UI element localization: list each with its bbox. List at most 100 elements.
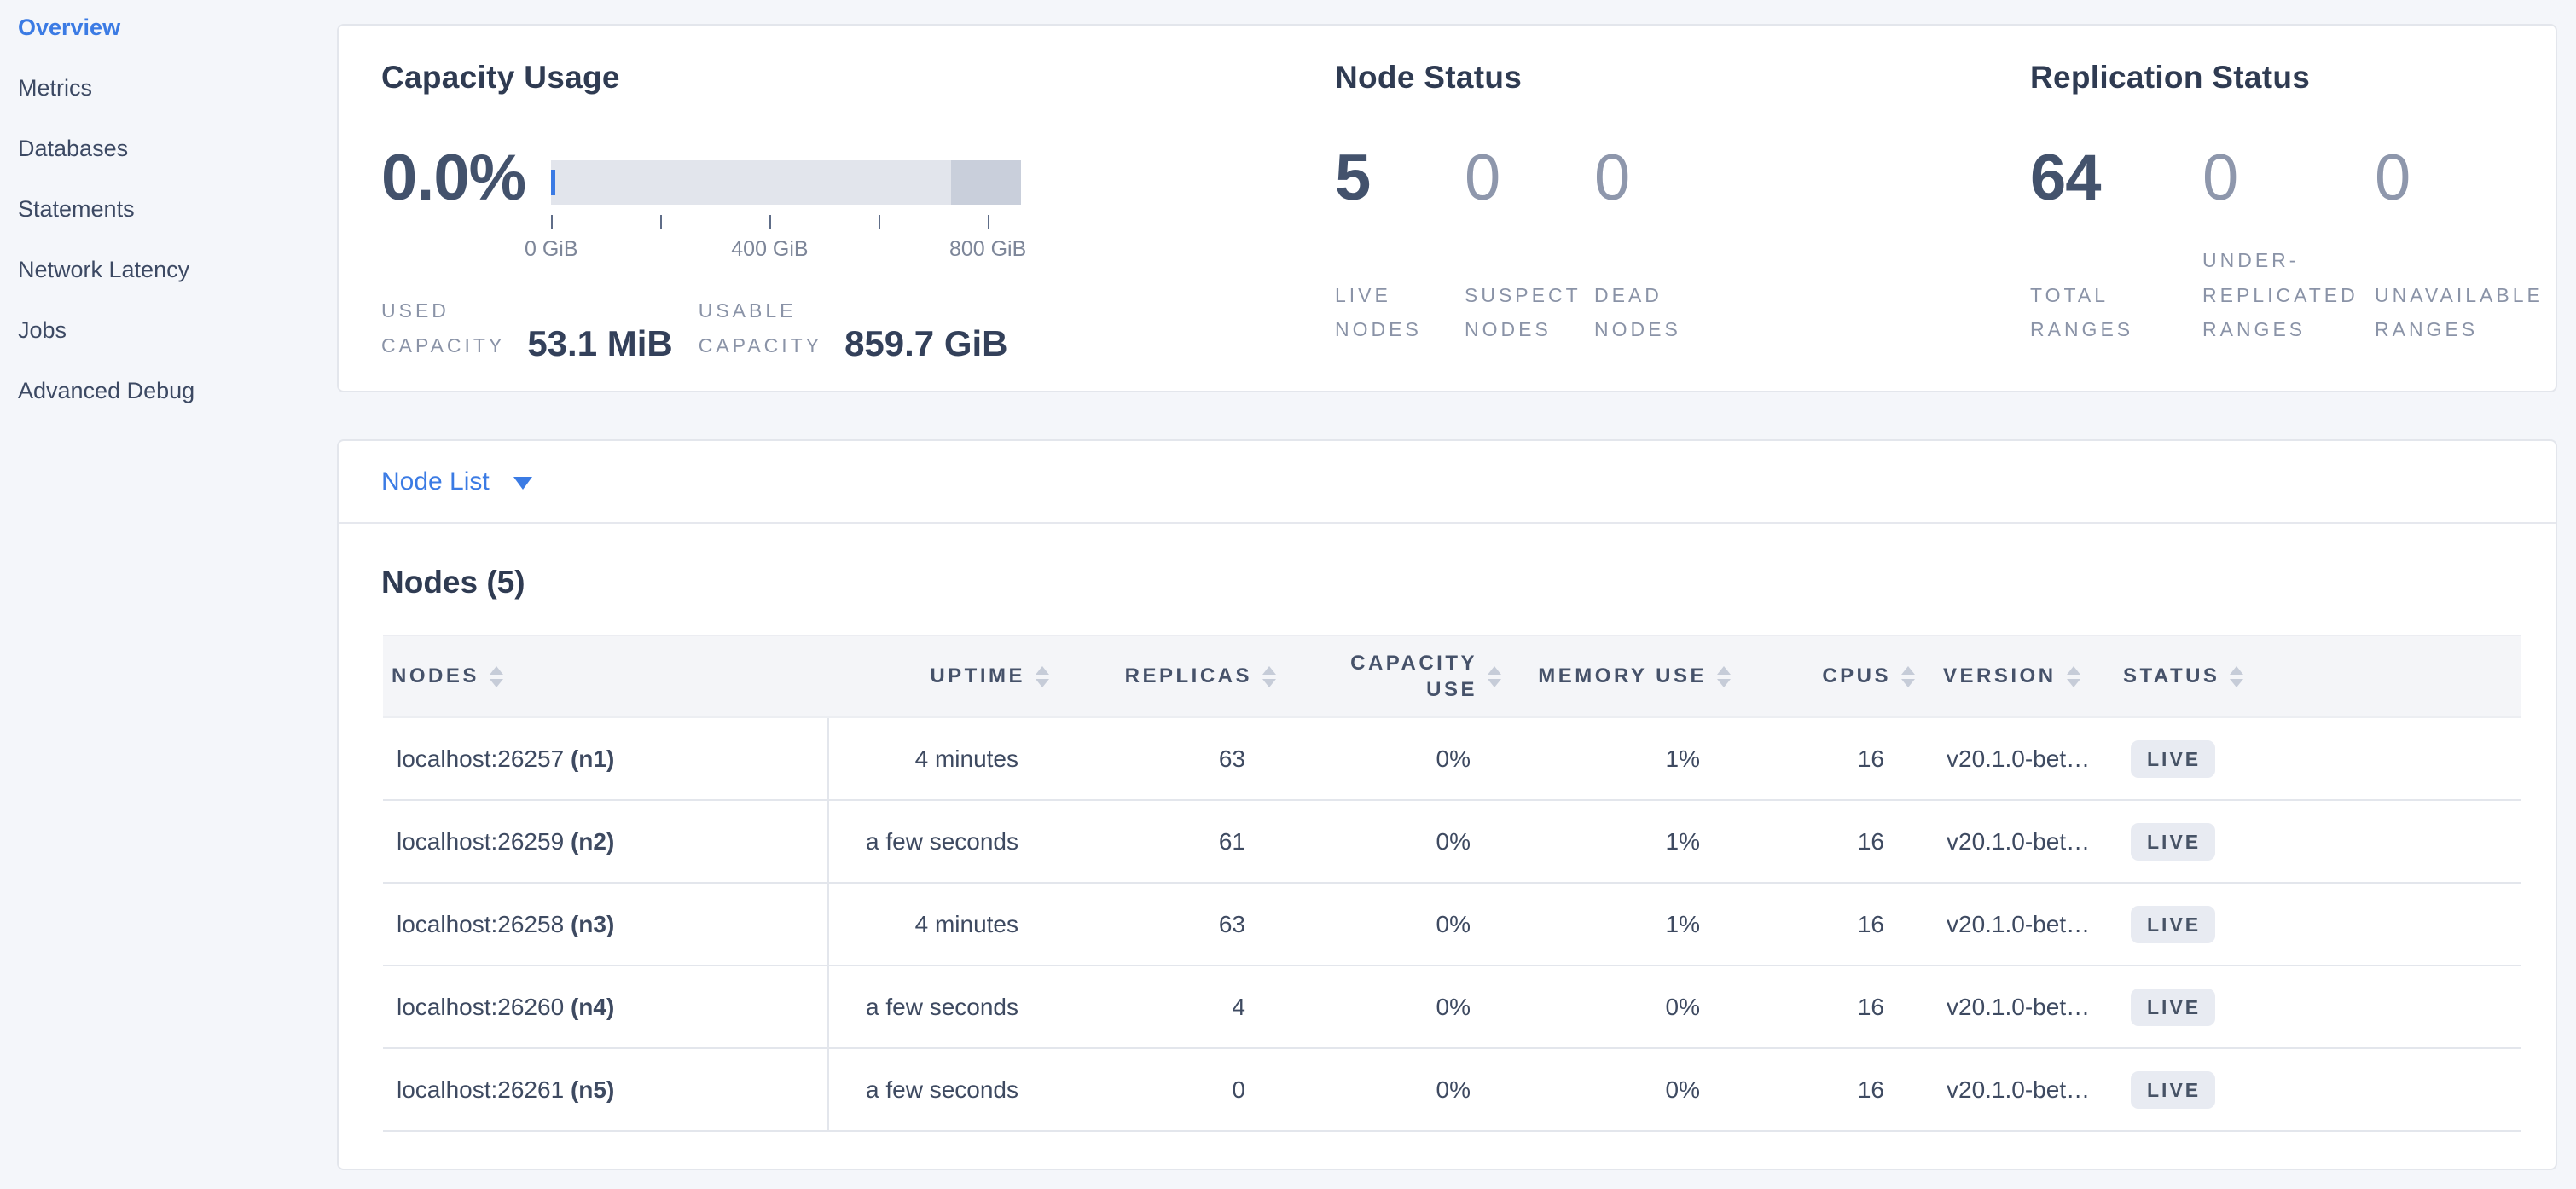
sort-icon[interactable]	[2230, 666, 2243, 687]
live-nodes-count: 5	[1335, 152, 1465, 205]
memory-use-cell: 1%	[1511, 800, 1741, 883]
column-header-uptime[interactable]: UPTIME	[828, 635, 1059, 717]
replicas-cell: 4	[1059, 966, 1286, 1048]
version-cell: v20.1.0-bet…	[1925, 966, 2096, 1048]
column-header-status[interactable]: STATUS	[2096, 635, 2521, 717]
uptime-cell: a few seconds	[828, 966, 1059, 1048]
capacity-gauge-reserved-segment	[951, 160, 1022, 205]
column-header-memory-use[interactable]: MEMORY USE	[1511, 635, 1741, 717]
column-label-uptime: UPTIME	[930, 664, 1025, 688]
uptime-cell: 4 minutes	[828, 883, 1059, 966]
capacity-use-cell: 0%	[1286, 717, 1511, 800]
uptime-cell: 4 minutes	[828, 717, 1059, 800]
chevron-down-icon	[513, 477, 532, 490]
sort-icon[interactable]	[1262, 666, 1276, 687]
used-capacity-value: 53.1 MiB	[527, 323, 672, 364]
live-nodes-label-line2: NODES	[1335, 312, 1465, 346]
column-label-memory-use: MEMORY USE	[1538, 664, 1707, 688]
node-address-cell[interactable]: localhost:26260 (n4)	[383, 966, 828, 1048]
sidebar: Overview Metrics Databases Statements Ne…	[0, 0, 336, 1189]
table-row-node-4[interactable]: localhost:26260 (n4) a few seconds 4 0% …	[383, 966, 2521, 1048]
node-address-cell[interactable]: localhost:26259 (n2)	[383, 800, 828, 883]
live-nodes-stat: 5 LIVE NODES	[1335, 152, 1465, 346]
suspect-nodes-count: 0	[1465, 152, 1594, 205]
capacity-usage-title: Capacity Usage	[381, 60, 1335, 96]
column-header-cpus[interactable]: CPUS	[1741, 635, 1925, 717]
nodes-table-heading: Nodes (5)	[381, 565, 2556, 600]
node-address-cell[interactable]: localhost:26257 (n1)	[383, 717, 828, 800]
used-capacity-label-line2: CAPACITY	[381, 328, 505, 362]
uptime-cell: a few seconds	[828, 1048, 1059, 1131]
memory-use-cell: 1%	[1511, 883, 1741, 966]
table-row-node-2[interactable]: localhost:26259 (n2) a few seconds 61 0%…	[383, 800, 2521, 883]
under-replicated-ranges-stat: 0 UNDER- REPLICATED RANGES	[2202, 152, 2364, 346]
sidebar-item-overview[interactable]: Overview	[18, 9, 336, 69]
sort-icon[interactable]	[1717, 666, 1731, 687]
cpus-cell: 16	[1741, 1048, 1925, 1131]
usable-capacity-label-line2: CAPACITY	[699, 328, 822, 362]
table-row-node-5[interactable]: localhost:26261 (n5) a few seconds 0 0% …	[383, 1048, 2521, 1131]
node-list-dropdown-label: Node List	[381, 467, 490, 496]
replicas-cell: 61	[1059, 800, 1286, 883]
sort-icon[interactable]	[1488, 666, 1501, 687]
gauge-tick-label-min: 0 GiB	[525, 237, 578, 262]
gauge-tick-label-mid: 400 GiB	[731, 237, 808, 262]
column-header-capacity-use[interactable]: CAPACITY USE	[1286, 635, 1511, 717]
used-capacity-stat: USED CAPACITY 53.1 MiB	[381, 293, 673, 362]
replication-status-title: Replication Status	[2030, 60, 2554, 96]
status-badge: LIVE	[2131, 823, 2215, 861]
status-badge: LIVE	[2131, 740, 2215, 778]
sort-icon[interactable]	[1901, 666, 1915, 687]
replicas-cell: 63	[1059, 883, 1286, 966]
version-cell: v20.1.0-bet…	[1925, 1048, 2096, 1131]
version-cell: v20.1.0-bet…	[1925, 883, 2096, 966]
dead-nodes-count: 0	[1594, 152, 1724, 205]
node-status-title: Node Status	[1335, 60, 2030, 96]
column-header-nodes[interactable]: NODES	[383, 635, 828, 717]
unavailable-ranges-count: 0	[2375, 152, 2544, 205]
column-header-version[interactable]: VERSION	[1925, 635, 2096, 717]
memory-use-cell: 0%	[1511, 966, 1741, 1048]
gauge-tick	[879, 215, 880, 229]
table-row-node-3[interactable]: localhost:26258 (n3) 4 minutes 63 0% 1% …	[383, 883, 2521, 966]
replicas-cell: 63	[1059, 717, 1286, 800]
sort-icon[interactable]	[1036, 666, 1049, 687]
sidebar-item-databases[interactable]: Databases	[18, 130, 336, 190]
usable-capacity-stat: USABLE CAPACITY 859.7 GiB	[699, 293, 1008, 362]
column-label-capacity: CAPACITY	[1350, 650, 1477, 676]
capacity-use-cell: 0%	[1286, 883, 1511, 966]
status-badge: LIVE	[2131, 906, 2215, 943]
sidebar-item-metrics[interactable]: Metrics	[18, 69, 336, 130]
capacity-used-marker	[551, 170, 555, 195]
gauge-tick	[660, 215, 662, 229]
gauge-tick	[988, 215, 989, 229]
capacity-gauge: 0 GiB 400 GiB 800 GiB	[551, 160, 1021, 205]
sidebar-item-jobs[interactable]: Jobs	[18, 311, 336, 372]
column-label-nodes: NODES	[392, 664, 479, 688]
node-list-dropdown[interactable]: Node List	[339, 441, 2556, 524]
nodes-table: NODES UPTIME REPLICAS	[383, 635, 2518, 1132]
sidebar-item-statements[interactable]: Statements	[18, 190, 336, 251]
sort-icon[interactable]	[490, 666, 503, 687]
version-cell: v20.1.0-bet…	[1925, 800, 2096, 883]
suspect-nodes-stat: 0 SUSPECT NODES	[1465, 152, 1594, 346]
unavailable-ranges-label-line2: RANGES	[2375, 312, 2544, 346]
sidebar-item-advanced-debug[interactable]: Advanced Debug	[18, 372, 336, 432]
column-label-replicas: REPLICAS	[1125, 664, 1252, 688]
sidebar-item-network-latency[interactable]: Network Latency	[18, 251, 336, 311]
dead-nodes-label-line2: NODES	[1594, 312, 1724, 346]
column-label-version: VERSION	[1943, 664, 2057, 688]
dead-nodes-stat: 0 DEAD NODES	[1594, 152, 1724, 346]
node-address-cell[interactable]: localhost:26261 (n5)	[383, 1048, 828, 1131]
node-address-cell[interactable]: localhost:26258 (n3)	[383, 883, 828, 966]
column-label-cpus: CPUS	[1822, 664, 1891, 688]
version-cell: v20.1.0-bet…	[1925, 717, 2096, 800]
uptime-cell: a few seconds	[828, 800, 1059, 883]
capacity-used-percent: 0.0%	[381, 152, 525, 205]
column-header-replicas[interactable]: REPLICAS	[1059, 635, 1286, 717]
table-row-node-1[interactable]: localhost:26257 (n1) 4 minutes 63 0% 1% …	[383, 717, 2521, 800]
used-capacity-label-line1: USED	[381, 293, 505, 328]
sort-icon[interactable]	[2067, 666, 2080, 687]
column-label-use: USE	[1350, 676, 1477, 703]
capacity-use-cell: 0%	[1286, 966, 1511, 1048]
